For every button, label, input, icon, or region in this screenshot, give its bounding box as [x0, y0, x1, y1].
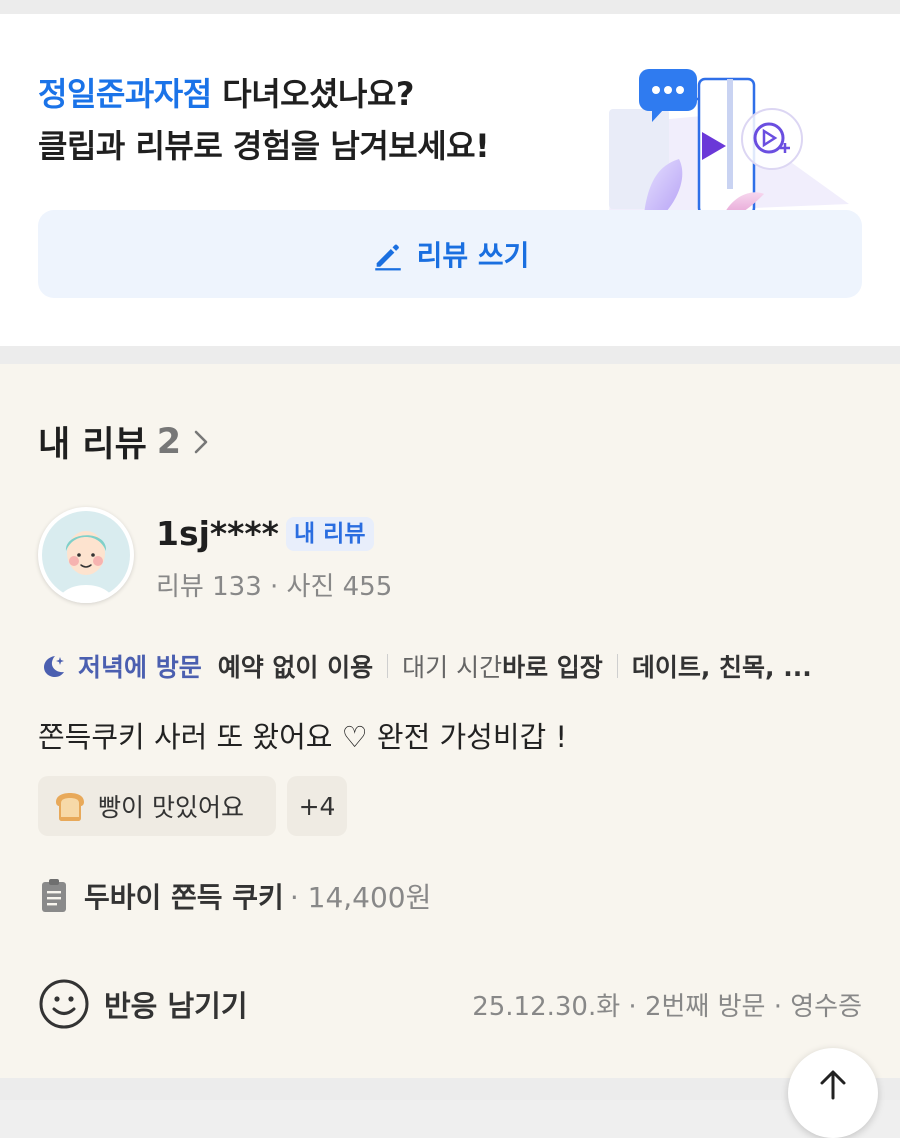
my-reviews-header[interactable]: 내 리뷰 2 — [38, 416, 213, 467]
write-review-button[interactable]: 리뷰 쓰기 — [38, 210, 862, 298]
section-divider — [0, 346, 900, 364]
visit-purpose: 데이트, 친목, ... — [631, 653, 812, 682]
keyword-chip-label: 빵이 맛있어요 — [98, 793, 244, 822]
wait-value: 바로 입장 — [502, 653, 603, 682]
prompt-line1: 다녀오셨나요? — [211, 75, 414, 113]
my-review-badge: 내 리뷰 — [286, 517, 374, 551]
more-keywords-chip[interactable]: +4 — [287, 776, 347, 836]
review-prompt-card: 정일준과자점 다녀오셨나요? 클립과 리뷰로 경험을 남겨보세요! 리뷰 쓰기 — [0, 14, 900, 346]
receipt-icon — [42, 879, 66, 912]
leave-reaction-label: 반응 남기기 — [104, 989, 248, 1023]
visit-info-row[interactable]: 저녁에 방문 예약 없이 이용 대기 시간 바로 입장 데이트, 친목, ... — [38, 648, 862, 684]
my-reviews-title: 내 리뷰 — [38, 425, 147, 465]
bread-icon — [56, 793, 84, 821]
bottom-divider — [0, 1078, 900, 1100]
user-name[interactable]: 1sj**** — [156, 514, 279, 553]
prompt-line2: 클립과 리뷰로 경험을 남겨보세요! — [38, 127, 490, 165]
separator — [387, 654, 389, 678]
smiley-icon — [39, 979, 89, 1029]
my-reviews-count: 2 — [156, 421, 182, 462]
keyword-chip[interactable]: 빵이 맛있어요 — [38, 776, 276, 836]
menu-price: · 14,400원 — [289, 881, 432, 914]
menu-name: 두바이 쫀득 쿠키 — [84, 881, 284, 914]
visit-meta: 25.12.30.화 · 2번째 방문 · 영수증 — [472, 992, 862, 1022]
top-divider — [0, 0, 900, 14]
review-prompt-text: 정일준과자점 다녀오셨나요? 클립과 리뷰로 경험을 남겨보세요! — [38, 68, 490, 172]
scroll-to-top-button[interactable] — [788, 1048, 878, 1138]
user-stats: 리뷰 133 · 사진 455 — [156, 572, 393, 602]
clip-review-illustration — [609, 69, 849, 214]
wait-label: 대기 시간 — [402, 653, 503, 682]
user-avatar-illustration — [42, 511, 130, 603]
moon-star-icon — [44, 656, 64, 677]
separator — [616, 654, 618, 678]
avatar[interactable] — [38, 507, 134, 603]
place-name: 정일준과자점 — [38, 75, 212, 113]
my-reviews-section: 내 리뷰 2 1sj**** 내 리뷰 리뷰 133 · 사진 455 저녁에 … — [0, 364, 900, 1078]
reservation-info: 예약 없이 이용 — [217, 653, 374, 682]
ordered-menu: 두바이 쫀득 쿠키 · 14,400원 — [38, 876, 431, 916]
chevron-right-icon — [194, 430, 208, 453]
write-review-label: 리뷰 쓰기 — [416, 239, 530, 272]
visit-time: 저녁에 방문 — [78, 653, 202, 682]
pencil-icon — [374, 244, 401, 271]
leave-reaction-button[interactable]: 반응 남기기 — [38, 978, 248, 1030]
arrow-up-icon — [820, 1070, 846, 1100]
review-text[interactable]: 쫀득쿠키 사러 또 왔어요 ♡ 완전 가성비갑 ! — [38, 714, 567, 756]
